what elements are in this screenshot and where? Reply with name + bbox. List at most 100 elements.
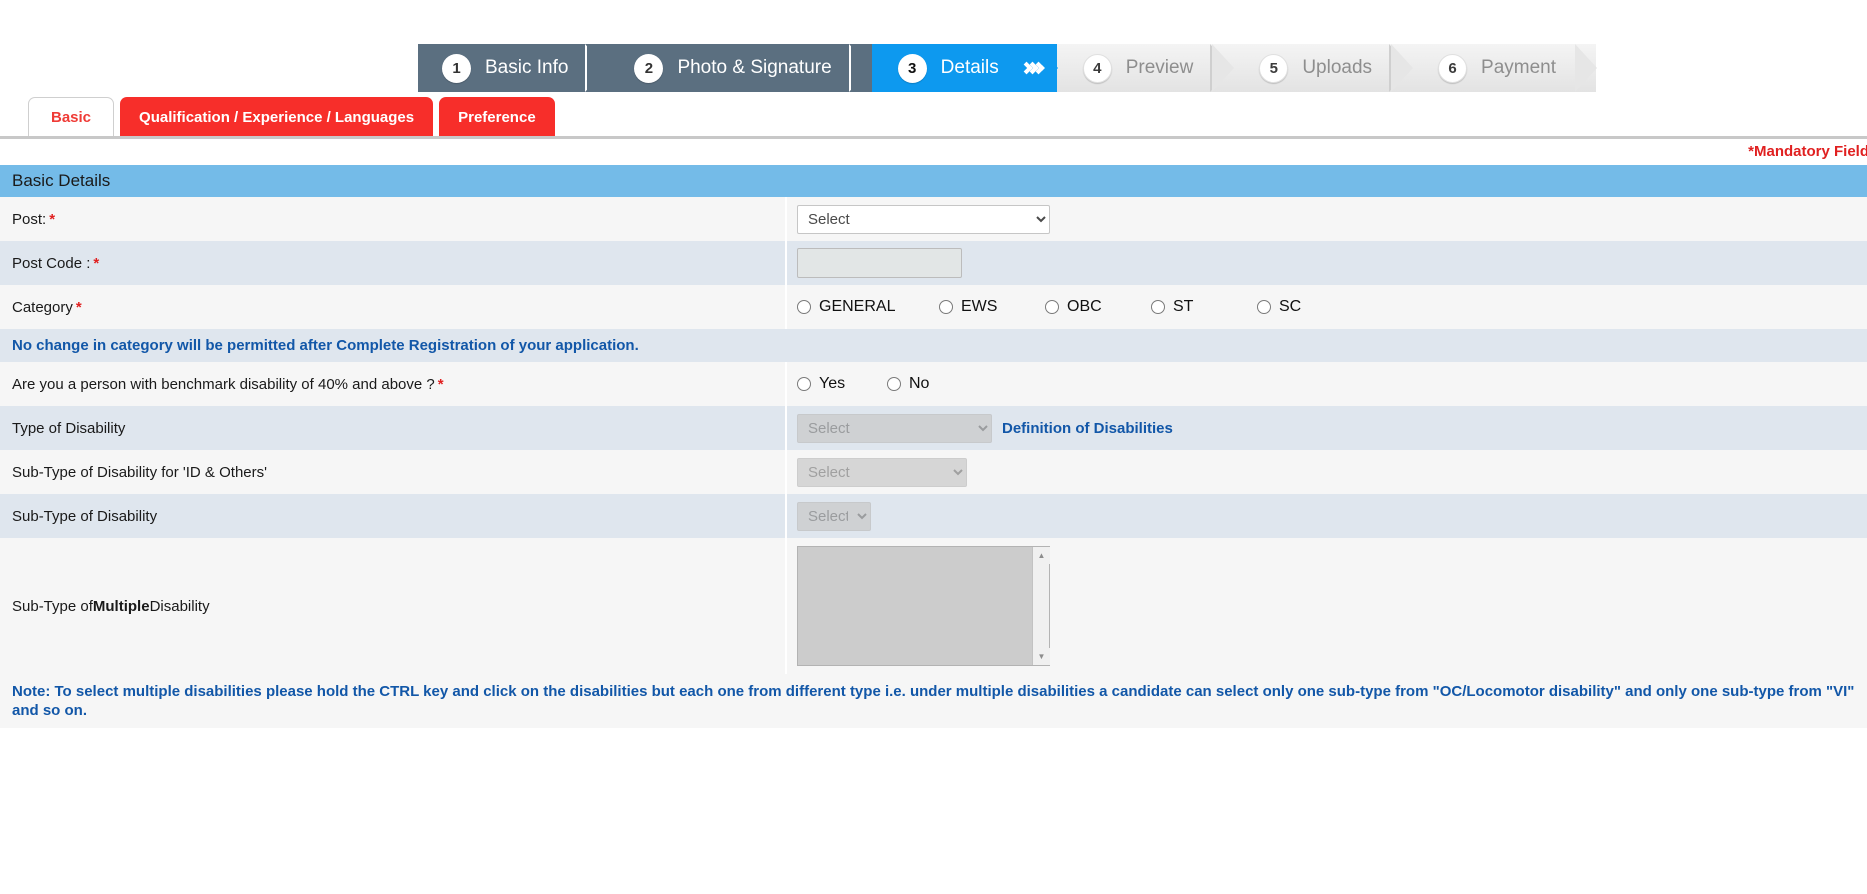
wizard-step-photo-signature[interactable]: 2 Photo & Signature (608, 44, 873, 92)
field-sub-type-disability: Select (787, 494, 1867, 538)
radio-label-no: No (909, 375, 930, 392)
tab-preference-label: Preference (458, 108, 536, 126)
radio-dot-sc[interactable] (1257, 300, 1271, 314)
step-label-1: Basic Info (485, 57, 569, 78)
label-benchmark-text: Are you a person with benchmark disabili… (12, 375, 435, 393)
step-number-4: 4 (1082, 53, 1112, 83)
radio-dot-ews[interactable] (939, 300, 953, 314)
required-marker-post: * (49, 210, 56, 228)
step-divider-4 (1210, 44, 1233, 92)
field-sub-type-id-others: Select (787, 450, 1867, 494)
step-list: 1 Basic Info 2 Photo & Signature 3 Detai… (418, 44, 1597, 92)
row-type-of-disability: Type of Disability Select Definition of … (0, 406, 1867, 450)
step-label-2: Photo & Signature (677, 57, 832, 78)
radio-category-obc[interactable]: OBC (1045, 298, 1151, 316)
step-divider-5 (1389, 44, 1412, 92)
wizard-step-uploads[interactable]: 5 Uploads (1233, 44, 1413, 92)
post-select[interactable]: Select (797, 204, 1050, 234)
sub-type-disability-select[interactable]: Select (797, 501, 871, 531)
label-category: Category * (0, 285, 787, 329)
radio-label-sc: SC (1279, 298, 1302, 315)
tab-preference[interactable]: Preference (439, 97, 555, 136)
section-title: Basic Details (12, 171, 111, 190)
required-marker-category: * (75, 298, 82, 316)
label-multiple-post: Disability (149, 597, 210, 615)
step-wizard: 1 Basic Info 2 Photo & Signature 3 Detai… (0, 0, 1867, 94)
radio-dot-obc[interactable] (1045, 300, 1059, 314)
radio-category-sc[interactable]: SC (1257, 298, 1363, 316)
radio-dot-yes[interactable] (797, 377, 811, 391)
tab-basic[interactable]: Basic (28, 97, 115, 136)
step-number-1: 1 (442, 53, 471, 83)
multiple-disability-listbox-wrap: ▲ ▼ (797, 546, 1050, 666)
type-of-disability-select[interactable]: Select (797, 413, 992, 443)
wizard-step-basic-info[interactable]: 1 Basic Info (418, 44, 610, 92)
label-sub-type-id-text: Sub-Type of Disability for 'ID & Others' (12, 463, 267, 481)
scroll-down-arrow-icon[interactable]: ▼ (1033, 648, 1050, 665)
step-divider-1 (585, 44, 608, 92)
multiple-disability-listbox[interactable] (797, 546, 1050, 666)
tab-qualification-experience-languages[interactable]: Qualification / Experience / Languages (120, 97, 434, 136)
radio-label-ews: EWS (961, 298, 998, 315)
label-category-text: Category (12, 298, 73, 316)
wizard-step-payment[interactable]: 6 Payment (1412, 44, 1597, 92)
radio-benchmark-yes[interactable]: Yes (797, 375, 887, 393)
step-label-6: Payment (1481, 57, 1557, 78)
label-sub-type-id-others: Sub-Type of Disability for 'ID & Others' (0, 450, 787, 494)
label-post-text: Post: (12, 210, 47, 228)
sub-type-id-others-select[interactable]: Select (797, 457, 967, 487)
label-sub-type-text: Sub-Type of Disability (12, 507, 158, 525)
post-code-input[interactable] (797, 248, 962, 278)
radio-category-ews[interactable]: EWS (939, 298, 1045, 316)
definition-of-disabilities-link[interactable]: Definition of Disabilities (1002, 420, 1173, 437)
radio-category-general[interactable]: GENERAL (797, 298, 939, 316)
field-post-code (787, 241, 1867, 285)
row-sub-type-id-others: Sub-Type of Disability for 'ID & Others'… (0, 450, 1867, 494)
basic-details-panel: Basic Details Post: * Select Post Code :… (0, 165, 1867, 728)
row-post: Post: * Select (0, 197, 1867, 241)
wizard-step-details[interactable]: 3 Details (871, 44, 1058, 92)
tab-bar: Basic Qualification / Experience / Langu… (0, 94, 1867, 136)
wizard-step-preview[interactable]: 4 Preview (1056, 44, 1234, 92)
required-marker-benchmark: * (437, 375, 444, 393)
step-number-2: 2 (634, 53, 664, 83)
label-sub-type-disability: Sub-Type of Disability (0, 494, 787, 538)
radio-benchmark-no[interactable]: No (887, 375, 977, 393)
row-benchmark-disability: Are you a person with benchmark disabili… (0, 362, 1867, 406)
step-number-3: 3 (897, 53, 927, 83)
label-post-code-text: Post Code : (12, 254, 91, 272)
category-radio-group: GENERAL EWS OBC ST SC (797, 298, 1363, 316)
field-benchmark-disability: Yes No (787, 362, 1867, 406)
label-benchmark-disability: Are you a person with benchmark disabili… (0, 362, 787, 406)
field-category: GENERAL EWS OBC ST SC (787, 285, 1867, 329)
label-type-disability-text: Type of Disability (12, 419, 126, 437)
scroll-up-arrow-icon[interactable]: ▲ (1033, 547, 1050, 564)
radio-dot-general[interactable] (797, 300, 811, 314)
radio-dot-st[interactable] (1151, 300, 1165, 314)
step-label-4: Preview (1125, 57, 1194, 78)
radio-label-general: GENERAL (819, 298, 896, 315)
listbox-scrollbar[interactable]: ▲ ▼ (1032, 547, 1050, 665)
step-label-3: Details (940, 57, 999, 78)
step-label-5: Uploads (1302, 57, 1373, 78)
label-post-code: Post Code : * (0, 241, 787, 285)
radio-dot-no[interactable] (887, 377, 901, 391)
radio-label-yes: Yes (819, 375, 846, 392)
multiple-disability-note: Note: To select multiple disabilities pl… (0, 674, 1867, 728)
tab-basic-label: Basic (51, 108, 92, 126)
radio-label-obc: OBC (1067, 298, 1102, 315)
benchmark-radio-group: Yes No (797, 375, 977, 393)
label-sub-type-multiple: Sub-Type of Multiple Disability (0, 538, 787, 674)
row-post-code: Post Code : * (0, 241, 1867, 285)
step-number-6: 6 (1438, 53, 1468, 83)
label-multiple-pre: Sub-Type of (12, 597, 93, 615)
section-header-basic-details: Basic Details (0, 165, 1867, 197)
field-sub-type-multiple: ▲ ▼ (787, 538, 1867, 674)
radio-category-st[interactable]: ST (1151, 298, 1257, 316)
label-multiple-bold: Multiple (92, 597, 150, 615)
field-type-of-disability: Select Definition of Disabilities (787, 406, 1867, 450)
row-sub-type-multiple-disability: Sub-Type of Multiple Disability ▲ ▼ (0, 538, 1867, 674)
category-change-note: No change in category will be permitted … (0, 329, 1867, 362)
required-marker-post-code: * (93, 254, 100, 272)
label-type-of-disability: Type of Disability (0, 406, 787, 450)
